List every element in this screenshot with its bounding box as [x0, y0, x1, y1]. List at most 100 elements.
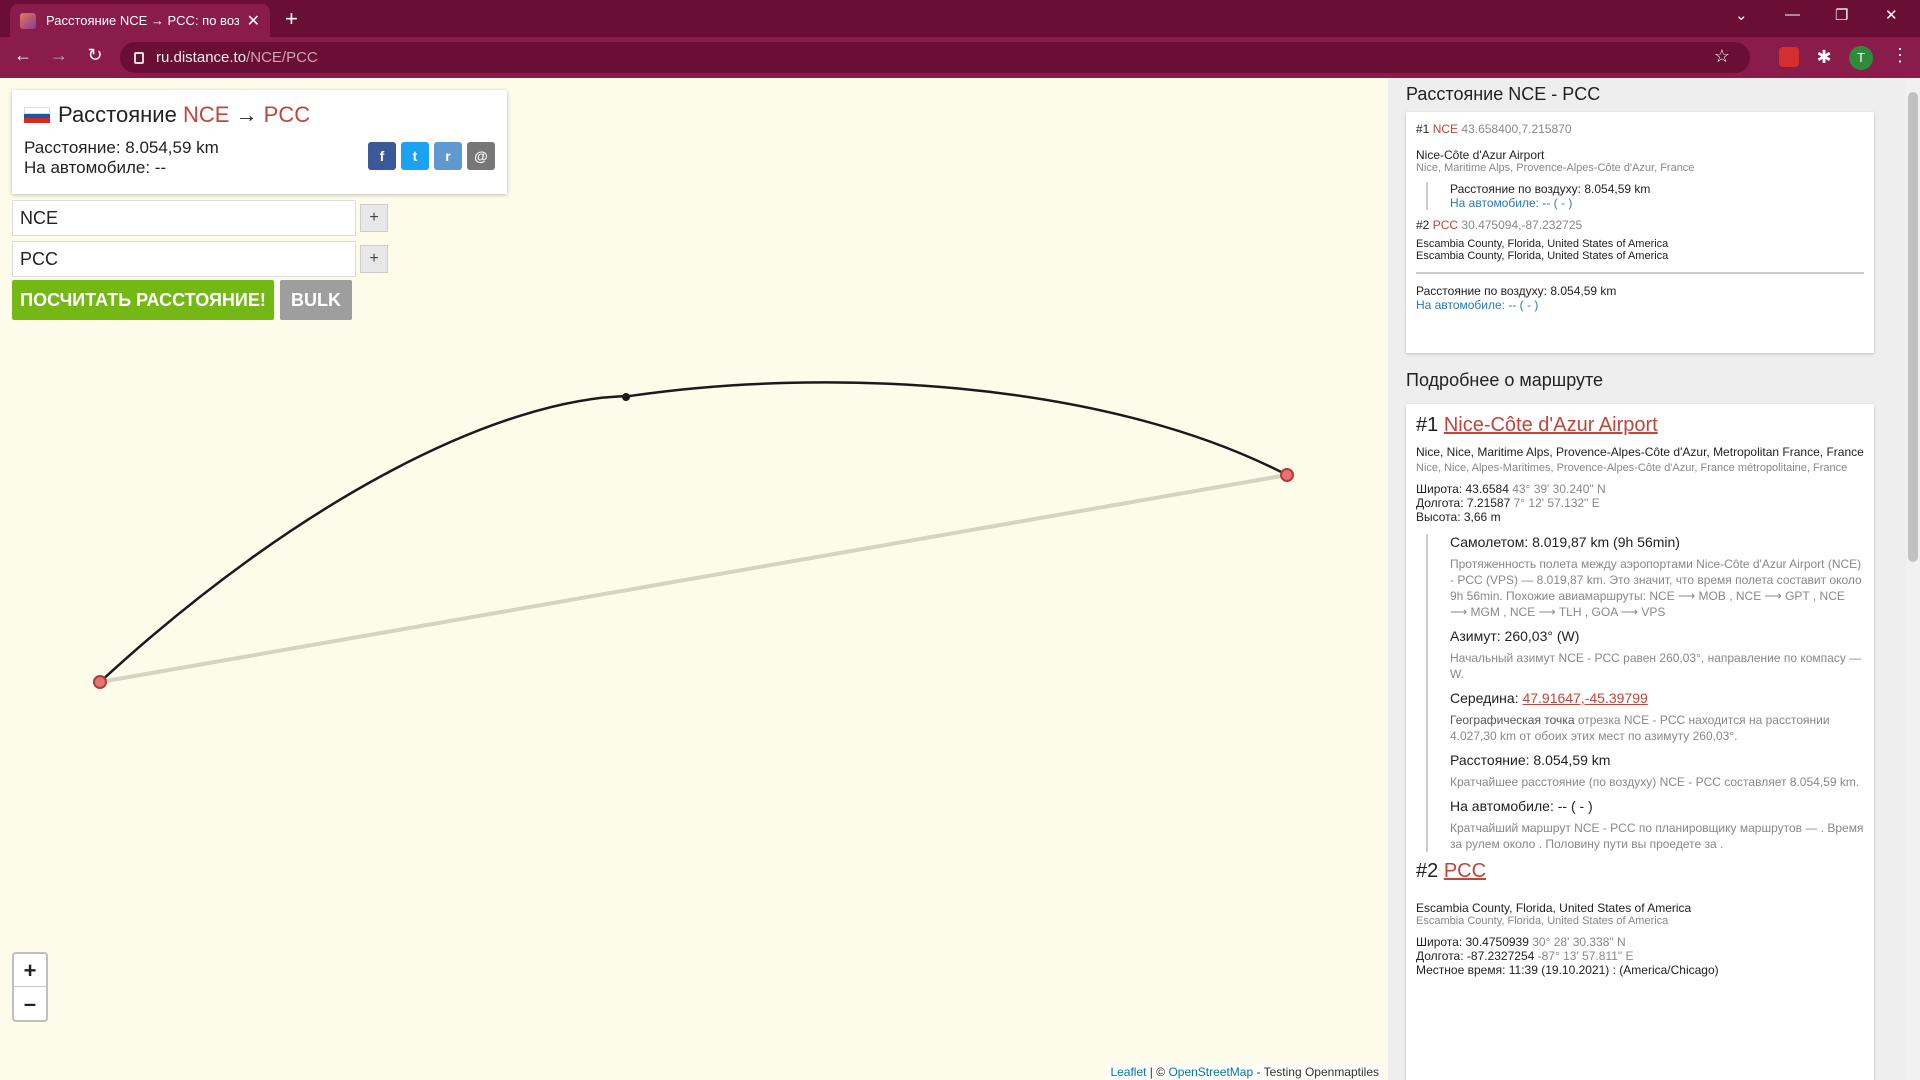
midpoint-desc-lead: Географическая точка [1450, 713, 1575, 727]
bookmark-star-icon[interactable]: ☆ [1714, 46, 1730, 67]
point2-longitude-dms: -87° 13' 57.811" E [1537, 949, 1634, 963]
midpoint-marker [622, 393, 630, 401]
panel-scrollbar[interactable] [1906, 78, 1920, 1080]
route-title-card: Расстояние NCE → PCC Расстояние: 8.054,5… [12, 90, 507, 194]
pcc-marker [93, 675, 107, 689]
point2-longitude: Долгота: -87.2327254 [1416, 949, 1535, 963]
title-prefix: Расстояние [58, 102, 177, 127]
point2-region-local: Escambia County, Florida, United States … [1416, 250, 1669, 262]
point1-region: Nice, Maritime Alps, Provence-Alpes-Côte… [1416, 162, 1695, 174]
site-favicon-icon [20, 12, 36, 29]
close-tab-icon[interactable]: ✕ [247, 11, 260, 31]
extensions-puzzle-icon[interactable]: ✱ [1814, 47, 1834, 67]
window-close-icon[interactable]: ✕ [1885, 6, 1898, 24]
flight-title: Самолетом: 8.019,87 km (9h 56min) [1450, 534, 1680, 550]
title-arrow: → [235, 102, 258, 127]
midpoint-description: Географическая точка отрезка NCE - PCC н… [1450, 712, 1864, 744]
add-waypoint-button-2[interactable]: + [360, 245, 388, 273]
new-tab-icon[interactable]: + [285, 6, 298, 32]
drive-title: На автомобиле: -- ( - ) [1450, 798, 1593, 814]
point2-coords: 30.475094,-87.232725 [1461, 218, 1583, 232]
reddit-share-icon[interactable]: r [434, 142, 462, 170]
facebook-share-icon[interactable]: f [368, 142, 396, 170]
url-path: /NCE/PCC [246, 49, 318, 66]
browser-tabbar: Расстояние NCE → PCC: по возд ✕ + ⌄ — ❐ … [0, 0, 1920, 37]
distance-title: Расстояние: 8.054,59 km [1450, 752, 1611, 768]
tab-title: Расстояние NCE → PCC: по возд [46, 13, 239, 28]
forward-icon[interactable]: → [46, 45, 72, 66]
page-title: Расстояние NCE → PCC [24, 102, 495, 128]
midpoint-link[interactable]: 47.91647,-45.39799 [1522, 690, 1647, 706]
russia-flag-icon [24, 107, 50, 124]
address-bar[interactable]: ru.distance.to/NCE/PCC ☆ [120, 42, 1750, 73]
leg-drive-distance[interactable]: На автомобиле: -- ( - ) [1450, 196, 1864, 210]
map[interactable]: Расстояние NCE → PCC Расстояние: 8.054,5… [0, 78, 1388, 1080]
total-drive-distance[interactable]: На автомобиле: -- ( - ) [1416, 298, 1864, 312]
add-waypoint-button-1[interactable]: + [360, 204, 388, 232]
reload-icon[interactable]: ↻ [82, 45, 108, 66]
point1-num: #1 [1416, 122, 1430, 136]
azimuth-description: Начальный азимут NCE - PCC равен 260,03°… [1450, 651, 1862, 681]
twitter-share-icon[interactable]: t [401, 142, 429, 170]
point1-latitude: Широта: 43.6584 [1416, 482, 1509, 496]
zoom-out-button[interactable]: – [14, 987, 46, 1020]
profile-avatar[interactable]: T [1849, 46, 1873, 70]
minimize-icon[interactable]: — [1785, 6, 1800, 23]
share-buttons: f t r @ [368, 142, 495, 170]
browser-menu-icon[interactable]: ⋮ [1891, 45, 1909, 66]
point2-title-num: #2 [1416, 860, 1439, 882]
pdf-extension-icon[interactable] [1779, 47, 1799, 67]
point1-title-num: #1 [1416, 414, 1439, 436]
point2-code[interactable]: PCC [1433, 218, 1458, 232]
point1-title: #1 Nice-Côte d'Azur Airport [1416, 414, 1864, 437]
point1-longitude-dms: 7° 12' 57.132" E [1513, 496, 1600, 510]
point2-region: Escambia County, Florida, United States … [1416, 238, 1669, 250]
great-circle-route-line [99, 381, 1288, 683]
point1-address-local: Nice, Nice, Alpes-Maritimes, Provence-Al… [1416, 462, 1848, 474]
point1-longitude: Долгота: 7.21587 [1416, 496, 1511, 510]
address-toolbar: ← → ↻ ru.distance.to/NCE/PCC ☆ ✱ T ⋮ [0, 37, 1920, 78]
details-card: #1 Nice-Côte d'Azur Airport Nice, Nice, … [1406, 404, 1874, 1080]
point1-title-link[interactable]: Nice-Côte d'Azur Airport [1444, 414, 1658, 436]
email-share-icon[interactable]: @ [467, 142, 495, 170]
point1-name: Nice-Côte d'Azur Airport [1416, 148, 1545, 162]
nce-marker [1280, 468, 1294, 482]
attr-separator: | © [1146, 1065, 1169, 1079]
zoom-in-button[interactable]: + [14, 954, 46, 987]
title-from: NCE [182, 102, 230, 127]
map-attribution: Leaflet | © OpenStreetMap - Testing Open… [1105, 1064, 1384, 1080]
azimuth-title: Азимут: 260,03° (W) [1450, 628, 1580, 644]
url-host: ru.distance.to [156, 49, 247, 66]
scrollbar-thumb[interactable] [1908, 92, 1918, 562]
back-icon[interactable]: ← [10, 45, 36, 66]
summary-heading: Расстояние NCE - PCC [1406, 84, 1601, 104]
leaflet-link[interactable]: Leaflet [1110, 1065, 1146, 1079]
details-heading: Подробнее о маршруте [1406, 370, 1604, 390]
calculate-distance-button[interactable]: ПОСЧИТАТЬ РАССТОЯНИЕ! [12, 280, 274, 320]
flight-description: Протяженность полета между аэропортами N… [1450, 557, 1862, 619]
point2-latitude: Широта: 30.4750939 [1416, 935, 1529, 949]
summary-card: #1 NCE 43.658400,7.215870 Nice-Côte d'Az… [1406, 112, 1874, 353]
point1-code[interactable]: NCE [1433, 122, 1458, 136]
point2-address: Escambia County, Florida, United States … [1416, 901, 1692, 915]
lock-icon [134, 51, 144, 64]
point2-title-link[interactable]: PCC [1444, 860, 1486, 882]
point2-latitude-dms: 30° 28' 30.338" N [1532, 935, 1626, 949]
osm-link[interactable]: OpenStreetMap [1168, 1065, 1253, 1079]
tab-search-icon[interactable]: ⌄ [1735, 6, 1748, 24]
attr-tiles: - Testing Openmaptiles [1253, 1065, 1379, 1079]
straight-route-line [99, 473, 1288, 684]
point1-address: Nice, Nice, Maritime Alps, Provence-Alpe… [1416, 445, 1864, 459]
browser-tab[interactable]: Расстояние NCE → PCC: по возд ✕ [10, 4, 270, 37]
point1-latitude-dms: 43° 39' 30.240" N [1512, 482, 1606, 496]
restore-icon[interactable]: ❐ [1835, 6, 1848, 24]
from-input[interactable]: NCE [12, 200, 356, 236]
point1-altitude: Высота: 3,66 m [1416, 510, 1501, 524]
total-air-distance: Расстояние по воздуху: 8.054,59 km [1416, 284, 1617, 298]
to-input[interactable]: PCC [12, 241, 356, 277]
bulk-button[interactable]: BULK [280, 280, 352, 320]
title-to: PCC [263, 102, 311, 127]
point2-local-time: Местное время: 11:39 (19.10.2021) : (Ame… [1416, 963, 1719, 977]
distance-description: Кратчайшее расстояние (по воздуху) NCE -… [1450, 775, 1860, 789]
info-panel: Расстояние NCE - PCC #1 NCE 43.658400,7.… [1388, 78, 1920, 1080]
